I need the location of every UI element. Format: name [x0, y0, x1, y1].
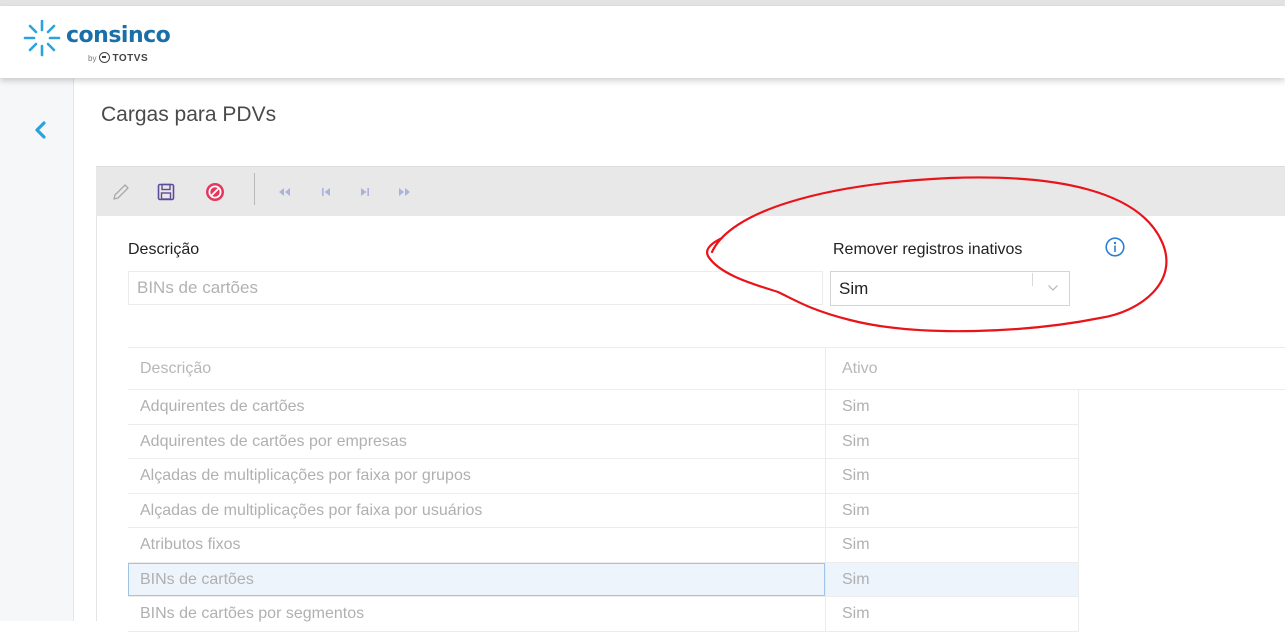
cell-ativo: Sim	[842, 501, 870, 519]
previous-record-button[interactable]	[311, 177, 341, 207]
consinco-logo[interactable]: consinco by TOTVS	[22, 18, 182, 68]
remover-inativos-select[interactable]: Sim	[830, 271, 1070, 306]
cell-ativo: Sim	[842, 432, 870, 450]
column-header-ativo[interactable]: Ativo	[842, 360, 878, 378]
column-divider	[825, 562, 826, 596]
cell-descricao: Alçadas de multiplicações por faixa por …	[140, 501, 483, 519]
cancel-button[interactable]	[200, 177, 230, 207]
last-icon	[399, 188, 410, 196]
table-row[interactable]: Adquirentes de cartões Sim	[128, 390, 1079, 425]
cargas-grid: Descrição Ativo Adquirentes de cartões S…	[128, 347, 1285, 632]
toolbar	[96, 166, 1285, 216]
cell-descricao: Adquirentes de cartões	[140, 398, 305, 415]
cell-descricao: BINs de cartões	[140, 570, 254, 588]
column-divider	[825, 493, 826, 527]
app-header: consinco by TOTVS	[0, 6, 1285, 78]
page-title: Cargas para PDVs	[101, 103, 277, 126]
table-row[interactable]: Atributos fixos Sim	[128, 528, 1079, 563]
cell-descricao: Alçadas de multiplicações por faixa por …	[140, 467, 471, 484]
brand-sub-by: by	[88, 54, 97, 63]
column-divider	[825, 597, 826, 631]
column-divider	[825, 424, 826, 458]
cell-descricao: Adquirentes de cartões por empresas	[140, 432, 407, 450]
grid-header: Descrição Ativo	[128, 347, 1285, 390]
back-button[interactable]	[26, 116, 54, 144]
descricao-input[interactable]	[128, 271, 823, 305]
previous-icon	[322, 188, 330, 196]
next-record-button[interactable]	[350, 177, 380, 207]
cancel-icon	[206, 183, 224, 201]
brand-sub: by TOTVS	[88, 52, 148, 64]
form-panel: Descrição Remover registros inativos Sim…	[96, 216, 1285, 632]
column-header-descricao[interactable]: Descrição	[140, 360, 211, 378]
table-row-selected[interactable]: BINs de cartões Sim	[128, 562, 1079, 597]
totvs-icon	[99, 52, 111, 63]
remover-inativos-label: Remover registros inativos	[833, 241, 1023, 258]
cell-descricao: BINs de cartões por segmentos	[140, 605, 365, 622]
brand-name: consinco	[66, 23, 171, 48]
edit-button[interactable]	[106, 177, 136, 207]
chevron-left-icon	[35, 121, 46, 139]
chevron-down-icon	[1048, 285, 1058, 291]
cell-ativo: Sim	[842, 605, 870, 622]
remover-inativos-value: Sim	[839, 278, 869, 298]
column-divider	[825, 459, 826, 493]
logo-burst-icon	[23, 19, 61, 57]
next-icon	[361, 188, 369, 196]
last-record-button[interactable]	[389, 177, 419, 207]
cell-ativo: Sim	[842, 536, 870, 553]
save-button[interactable]	[151, 177, 181, 207]
cell-descricao: Atributos fixos	[140, 536, 241, 553]
first-record-button[interactable]	[270, 177, 300, 207]
table-row[interactable]: BINs de cartões por segmentos Sim	[128, 597, 1079, 632]
toolbar-separator	[254, 173, 255, 205]
column-divider	[825, 348, 826, 390]
descricao-label: Descrição	[128, 241, 200, 258]
info-icon[interactable]	[1104, 236, 1126, 258]
table-row[interactable]: Alçadas de multiplicações por faixa por …	[128, 459, 1079, 494]
cell-ativo: Sim	[842, 398, 870, 415]
table-row[interactable]: Alçadas de multiplicações por faixa por …	[128, 493, 1079, 528]
column-divider	[825, 390, 826, 424]
brand-sub-company: TOTVS	[112, 53, 149, 64]
cell-ativo: Sim	[842, 570, 870, 588]
select-divider	[1032, 273, 1033, 286]
first-icon	[279, 188, 290, 196]
table-row[interactable]: Adquirentes de cartões por empresas Sim	[128, 424, 1079, 459]
cell-ativo: Sim	[842, 467, 870, 484]
pencil-icon	[113, 184, 129, 200]
sidebar	[0, 78, 74, 621]
save-icon	[157, 183, 175, 201]
column-divider	[825, 528, 826, 562]
